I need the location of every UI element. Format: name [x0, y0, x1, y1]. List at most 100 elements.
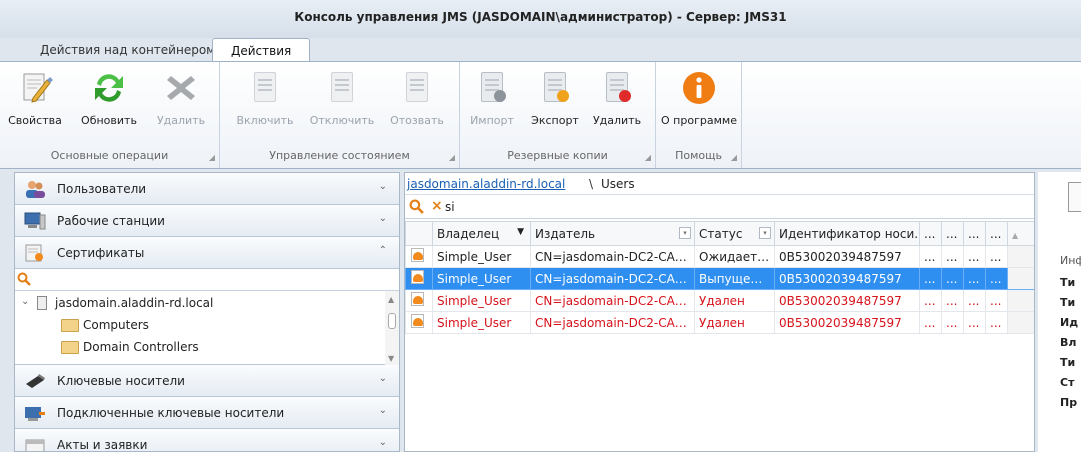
extra-cell: ...: [963, 267, 986, 290]
details-label: Ст: [1060, 376, 1075, 389]
refresh-button[interactable]: Обновить: [74, 70, 144, 140]
properties-label: Свойства: [8, 114, 62, 127]
tree-computers-label: Computers: [83, 318, 149, 332]
column-extra[interactable]: ...: [985, 221, 1008, 246]
owner-cell: Simple_User: [432, 245, 531, 268]
row-icon-cell: [405, 267, 433, 290]
certificates-content: jasdomain.aladdin-rd.local \ Users × si …: [404, 172, 1035, 452]
nav-acts-requests[interactable]: Акты и заявки ⌄: [15, 429, 399, 451]
scroll-up-icon[interactable]: ▲: [388, 295, 394, 304]
column-extra[interactable]: ...: [919, 221, 942, 246]
column-extra[interactable]: ...: [941, 221, 964, 246]
group-expand-icon[interactable]: ◢: [645, 153, 651, 162]
tree-node-domain-controllers[interactable]: Domain Controllers: [15, 337, 385, 359]
details-label: Пр: [1060, 396, 1078, 409]
table-row-selected[interactable]: Simple_User CN=jasdomain-DC2-CA, D... Вы…: [405, 267, 1034, 290]
domain-icon: [37, 296, 47, 310]
breadcrumb: jasdomain.aladdin-rd.local \ Users: [405, 173, 1034, 195]
scroll-thumb[interactable]: [388, 313, 396, 329]
delete-backup-button[interactable]: Удалить: [586, 70, 648, 140]
extra-cell: ...: [941, 289, 964, 312]
navigation-pane: Пользователи ⌄ Рабочие станции ⌄ Сертифи…: [14, 172, 400, 452]
group-expand-icon[interactable]: ◢: [449, 153, 455, 162]
tree-expand-icon[interactable]: ⌄: [21, 296, 29, 307]
tab-actions[interactable]: Действия: [212, 38, 311, 62]
details-label: Вл: [1060, 336, 1077, 349]
filter-bar: × si: [405, 195, 1034, 219]
certificates-table: Владелец ▼ Издатель ▾ Статус ▾ Идентификат…: [405, 221, 1034, 334]
breadcrumb-domain-link[interactable]: jasdomain.aladdin-rd.local: [407, 177, 565, 191]
delete-backup-label: Удалить: [592, 114, 642, 127]
nav-key-carriers-label: Ключевые носители: [57, 374, 185, 388]
tree-node-domain[interactable]: ⌄ jasdomain.aladdin-rd.local: [15, 293, 385, 315]
column-status[interactable]: Статус ▾: [694, 221, 775, 246]
disable-button[interactable]: Отключить: [304, 70, 380, 140]
revoke-button[interactable]: Отозвать: [382, 70, 452, 140]
issuer-cell: CN=jasdomain-DC2-CA, D...: [530, 245, 695, 268]
table-row[interactable]: Simple_User CN=jasdomain-DC2-CA, D... Уд…: [405, 289, 1034, 312]
certificate-preview-icon: [1068, 182, 1081, 212]
chevron-up-icon: ⌃: [378, 245, 387, 256]
nav-certificates[interactable]: Сертификаты ⌃: [15, 237, 399, 269]
issuer-cell: CN=jasdomain-DC2-CA, D...: [530, 289, 695, 312]
tree-node-computers[interactable]: Computers: [15, 315, 385, 337]
chevron-down-icon: ⌄: [378, 405, 387, 416]
nav-users[interactable]: Пользователи ⌄: [15, 173, 399, 205]
nav-workstations[interactable]: Рабочие станции ⌄: [15, 205, 399, 237]
about-label: О программе: [661, 114, 737, 127]
token-id-cell: 0B53002039487597: [774, 289, 920, 312]
chevron-down-icon: ⌄: [378, 213, 387, 224]
column-issuer[interactable]: Издатель ▾: [530, 221, 695, 246]
tree-scrollbar[interactable]: ▲ ▼: [385, 291, 399, 365]
scroll-down-icon[interactable]: ▼: [388, 354, 394, 363]
folder-icon: [61, 341, 79, 354]
enable-button[interactable]: Включить: [230, 70, 300, 140]
group-expand-icon[interactable]: ◢: [731, 153, 737, 162]
clear-filter-icon[interactable]: ×: [431, 198, 443, 214]
filter-input[interactable]: si: [445, 200, 455, 214]
nav-certificates-label: Сертификаты: [57, 246, 145, 260]
scroll-up-icon[interactable]: ▲: [1012, 231, 1018, 240]
column-token-id[interactable]: Идентификатор носи...: [774, 221, 920, 246]
nav-key-carriers[interactable]: Ключевые носители ⌄: [15, 365, 399, 397]
token-icon: [26, 374, 45, 388]
disable-label: Отключить: [309, 114, 375, 127]
properties-button[interactable]: Свойства: [4, 70, 66, 140]
tab-container-actions[interactable]: Действия над контейнером: [22, 38, 233, 62]
enable-label: Включить: [236, 114, 294, 127]
group-label-basic: Основные операции: [50, 149, 169, 162]
export-icon: [537, 70, 573, 106]
nav-connected-carriers[interactable]: Подключенные ключевые носители ⌄: [15, 397, 399, 429]
about-button[interactable]: О программе: [660, 70, 738, 140]
scroll-cell: [1007, 245, 1034, 268]
group-state-management: Включить Отключить Отозвать Управление с…: [220, 62, 460, 168]
group-backups: Импорт Экспорт Удалить Резервные копии ◢: [460, 62, 656, 168]
status-cell: Выпущен ...: [694, 267, 775, 290]
refresh-icon: [95, 74, 123, 102]
extra-cell: ...: [985, 311, 1008, 334]
status-cell: Удален: [694, 289, 775, 312]
details-label: Ти: [1060, 296, 1076, 309]
details-label: Ти: [1060, 276, 1076, 289]
group-expand-icon[interactable]: ◢: [209, 153, 215, 162]
import-label: Импорт: [470, 114, 514, 127]
export-button[interactable]: Экспорт: [522, 70, 588, 140]
chevron-down-icon: ⌄: [378, 437, 387, 448]
column-extra[interactable]: ...: [963, 221, 986, 246]
certificate-icon: [410, 247, 426, 263]
column-owner[interactable]: Владелец ▼: [432, 221, 531, 246]
column-filter-icon[interactable]: ▾: [679, 227, 691, 239]
row-icon-cell: [405, 289, 433, 312]
group-help: О программе Помощь ◢: [656, 62, 742, 168]
delete-button[interactable]: Удалить: [150, 70, 212, 140]
column-filter-icon[interactable]: ▾: [759, 227, 771, 239]
owner-cell: Simple_User: [432, 289, 531, 312]
extra-cell: ...: [985, 267, 1008, 290]
group-basic-operations: Свойства Обновить Удалить Основные опера…: [0, 62, 220, 168]
certificates-search-row[interactable]: [15, 269, 399, 291]
extra-cell: ...: [985, 245, 1008, 268]
table-row[interactable]: Simple_User CN=jasdomain-DC2-CA, D... Ож…: [405, 245, 1034, 268]
table-row[interactable]: Simple_User CN=jasdomain-DC2-CA, D... Уд…: [405, 311, 1034, 334]
import-button[interactable]: Импорт: [464, 70, 520, 140]
chevron-down-icon: ⌄: [378, 373, 387, 384]
